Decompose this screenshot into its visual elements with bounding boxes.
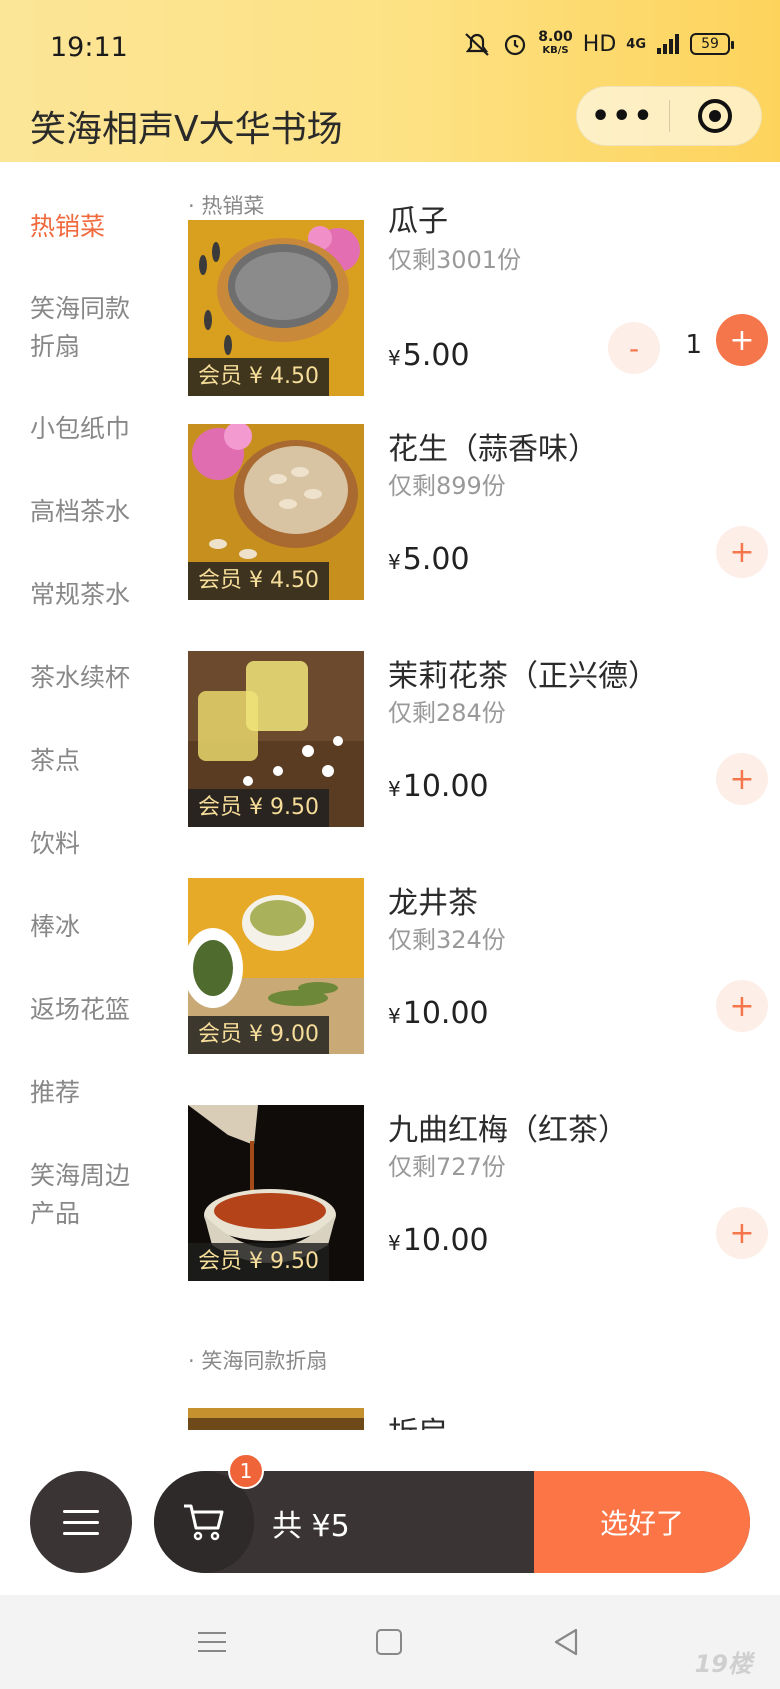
product-stock: 仅剩284份	[388, 699, 506, 727]
product-card: 会员 ¥ 9.00 龙井茶 仅剩324份 ¥10.00 +	[188, 878, 768, 1054]
alarm-icon	[505, 34, 526, 56]
add-to-cart-button[interactable]: +	[716, 526, 768, 578]
category-item-snacks[interactable]: 茶点	[30, 742, 160, 780]
product-price: ¥10.00	[388, 996, 489, 1031]
product-name: 折扇	[388, 1408, 448, 1430]
product-price: ¥5.00	[388, 338, 470, 373]
product-stock: 仅剩727份	[388, 1153, 506, 1181]
category-item-tissue[interactable]: 小包纸巾	[30, 410, 160, 448]
folding-fan-image	[188, 1408, 364, 1430]
product-card: 会员 ¥ 4.50 花生（蒜香味） 仅剩899份 ¥5.00 +	[188, 424, 768, 600]
add-to-cart-button[interactable]: +	[716, 980, 768, 1032]
add-to-cart-button[interactable]: +	[716, 1207, 768, 1259]
product-name: 九曲红梅（红茶）	[388, 1113, 628, 1148]
section-title: · 热销菜	[188, 194, 265, 218]
member-price-tag: 会员 ¥ 4.50	[188, 358, 329, 396]
member-price-tag: 会员 ¥ 9.00	[188, 1016, 329, 1054]
target-icon	[698, 99, 733, 133]
signal-type: 4G	[626, 36, 646, 52]
home-button[interactable]	[376, 1629, 402, 1655]
cart-total: 共 ¥5	[272, 1509, 350, 1544]
product-name: 龙井茶	[388, 886, 478, 921]
product-card: 会员 ¥ 9.50 茉莉花茶（正兴德） 仅剩284份 ¥10.00 +	[188, 651, 768, 827]
status-icons: 8.00 KB/S HD 4G 59	[462, 29, 734, 58]
category-item-premium-tea[interactable]: 高档茶水	[30, 493, 160, 531]
quantity-value: 1	[685, 330, 702, 360]
close-button[interactable]	[670, 86, 762, 146]
category-item-regular-tea[interactable]: 常规茶水	[30, 576, 160, 614]
status-bar: 19:11 8.00 KB/S HD 4G 59	[0, 0, 780, 90]
product-card: 会员 ¥ 4.50 瓜子 仅剩3001份 ¥5.00 - 1 +	[188, 204, 768, 396]
menu-icon-line	[63, 1531, 99, 1535]
hd-indicator: HD	[582, 31, 617, 57]
checkout-button[interactable]: 选好了	[534, 1471, 750, 1573]
category-item-drinks[interactable]: 饮料	[30, 825, 160, 863]
product-image[interactable]: 会员 ¥ 9.50	[188, 1105, 364, 1281]
product-card: 会员 ¥ 9.50 九曲红梅（红茶） 仅剩727份 ¥10.00 +	[188, 1105, 768, 1281]
product-name: 花生（蒜香味）	[388, 432, 598, 467]
network-speed: 8.00 KB/S	[538, 29, 573, 56]
header: 19:11 8.00 KB/S HD 4G 59 笑海相声V大华书场 •••	[0, 0, 780, 162]
cart-count-badge: 1	[228, 1453, 264, 1489]
product-stock: 仅剩3001份	[388, 246, 522, 274]
product-image[interactable]	[188, 1408, 364, 1430]
product-card: 折扇	[188, 1408, 768, 1430]
category-item-ice-pop[interactable]: 棒冰	[30, 908, 160, 946]
menu-icon-line	[63, 1520, 99, 1524]
more-button[interactable]: •••	[577, 86, 669, 146]
product-image[interactable]: 会员 ¥ 9.00	[188, 878, 364, 1054]
add-to-cart-button[interactable]: +	[716, 753, 768, 805]
system-nav-bar	[0, 1595, 780, 1689]
category-item-merch[interactable]: 笑海周边产品	[30, 1157, 148, 1233]
cart-icon	[184, 1504, 224, 1541]
product-image[interactable]: 会员 ¥ 4.50	[188, 220, 364, 396]
section-title: · 笑海同款折扇	[188, 1349, 328, 1373]
product-price: ¥5.00	[388, 542, 470, 577]
menu-icon-line	[63, 1509, 99, 1513]
member-price-tag: 会员 ¥ 4.50	[188, 562, 329, 600]
mute-icon	[465, 33, 490, 56]
category-item-fan[interactable]: 笑海同款折扇	[30, 290, 148, 366]
product-stock: 仅剩324份	[388, 926, 506, 954]
decrease-quantity-button[interactable]: -	[608, 322, 660, 374]
category-item-recommend[interactable]: 推荐	[30, 1074, 160, 1112]
category-item-hot[interactable]: 热销菜	[30, 208, 160, 246]
add-to-cart-button[interactable]: +	[716, 314, 768, 366]
signal-icon	[657, 34, 679, 54]
category-item-flower-basket[interactable]: 返场花篮	[30, 991, 160, 1029]
product-name: 茉莉花茶（正兴德）	[388, 659, 658, 694]
product-image[interactable]: 会员 ¥ 9.50	[188, 651, 364, 827]
product-price: ¥10.00	[388, 1223, 489, 1258]
product-image[interactable]: 会员 ¥ 4.50	[188, 424, 364, 600]
product-price: ¥10.00	[388, 769, 489, 804]
battery-icon: 59	[690, 33, 734, 55]
member-price-tag: 会员 ¥ 9.50	[188, 1243, 329, 1281]
product-name: 瓜子	[388, 204, 448, 239]
watermark: 19楼	[694, 1650, 752, 1678]
menu-button[interactable]	[30, 1471, 132, 1573]
recent-apps-button[interactable]	[198, 1632, 226, 1652]
miniprogram-capsule: •••	[576, 86, 762, 146]
status-time: 19:11	[50, 32, 128, 63]
back-icon[interactable]	[552, 1627, 582, 1657]
product-stock: 仅剩899份	[388, 472, 506, 500]
page-title: 笑海相声V大华书场	[30, 109, 343, 150]
member-price-tag: 会员 ¥ 9.50	[188, 789, 329, 827]
category-item-tea-refill[interactable]: 茶水续杯	[30, 659, 160, 697]
product-list: · 热销菜 会员 ¥ 4.50 瓜子 仅剩3001份 ¥5.00 - 1 + 会…	[170, 162, 780, 1430]
